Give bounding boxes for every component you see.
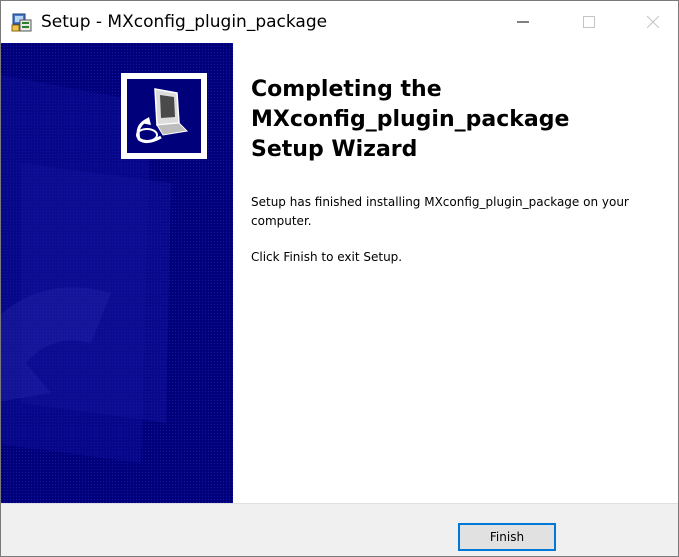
title-bar[interactable]: Setup - MXconfig_plugin_package	[1, 1, 678, 43]
window-title: Setup - MXconfig_plugin_package	[41, 12, 328, 32]
setup-logo	[121, 73, 207, 159]
minimize-button[interactable]	[498, 1, 548, 43]
finish-button[interactable]: Finish	[458, 523, 556, 551]
maximize-button[interactable]	[564, 1, 614, 43]
close-icon	[647, 16, 659, 28]
exit-instruction: Click Finish to exit Setup.	[251, 250, 403, 264]
wizard-banner	[1, 43, 233, 503]
setup-app-icon	[11, 11, 33, 33]
heading-line: MXconfig_plugin_package	[251, 107, 570, 132]
setup-window: Setup - MXconfig_plugin_package Completi…	[0, 0, 679, 557]
finished-message: Setup has finished installing MXconfig_p…	[251, 195, 629, 228]
maximize-icon	[583, 16, 595, 28]
heading-line: Setup Wizard	[251, 137, 418, 162]
computer-disk-icon	[136, 88, 189, 144]
wizard-heading: Completing the MXconfig_plugin_package S…	[251, 75, 671, 165]
heading-line: Completing the	[251, 77, 442, 102]
minimize-icon	[517, 21, 529, 23]
wizard-content: Completing the MXconfig_plugin_package S…	[233, 43, 678, 503]
close-button[interactable]	[628, 1, 678, 43]
button-bar: Finish	[1, 503, 678, 556]
